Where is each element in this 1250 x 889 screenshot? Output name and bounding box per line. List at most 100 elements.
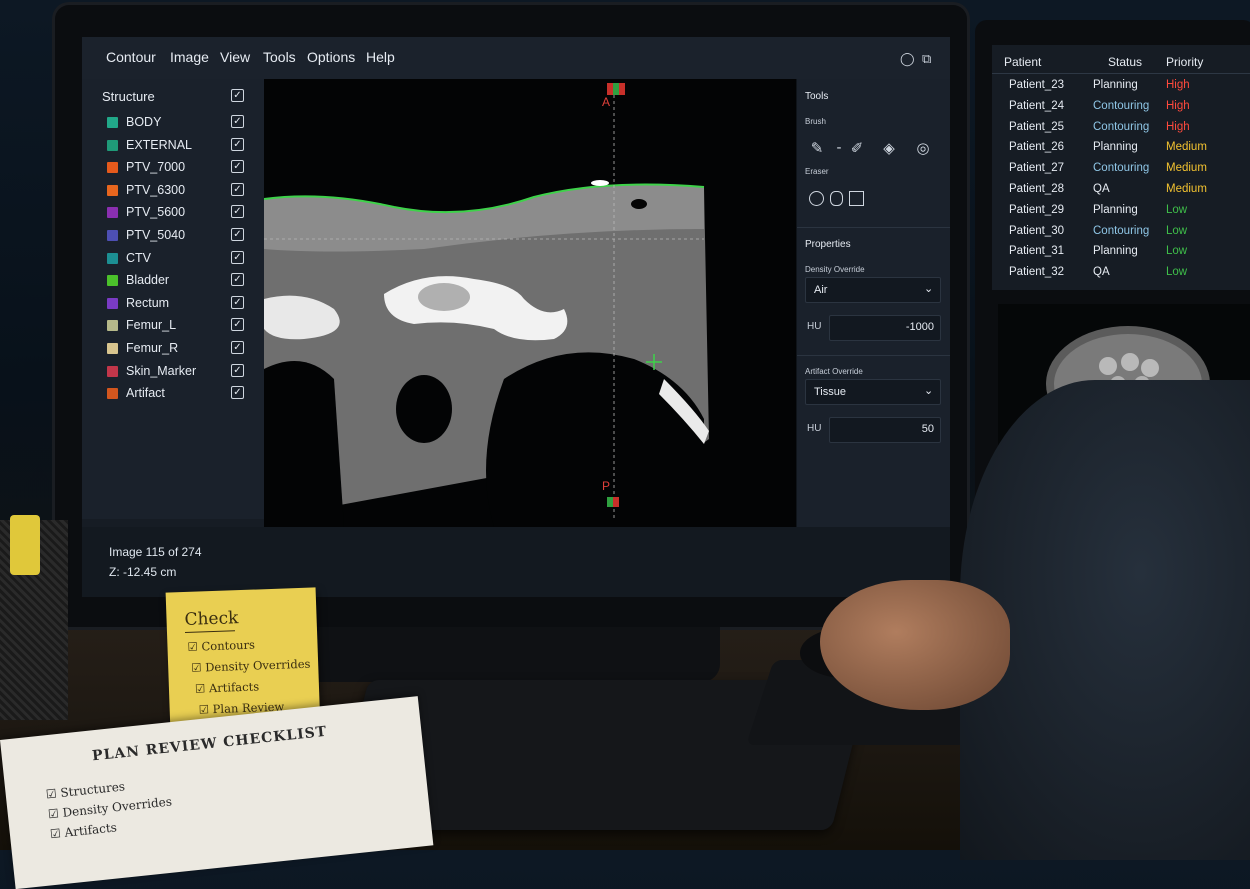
- structure-visibility-checkbox[interactable]: ✓: [231, 341, 244, 354]
- structure-row[interactable]: CTV ✓: [82, 248, 264, 270]
- paper-checklist-item: ☑ Artifacts: [49, 820, 117, 841]
- patient-row[interactable]: Patient_29 Planning Low: [992, 202, 1250, 222]
- ct-slice-image: [264, 83, 709, 527]
- density-override-label: Density Override: [805, 265, 865, 274]
- brush-icon[interactable]: ✐: [849, 139, 865, 157]
- structure-color-swatch: [107, 207, 118, 219]
- chevron-down-icon: ⌄: [924, 283, 934, 295]
- structure-color-swatch: [107, 117, 118, 128]
- menu-contour[interactable]: Contour: [106, 49, 156, 65]
- artifact-override-select[interactable]: Tissue ⌄: [805, 379, 941, 405]
- structure-visibility-checkbox[interactable]: ✓: [231, 228, 244, 241]
- patient-id: Patient_32: [1009, 266, 1064, 279]
- checklist-title: PLAN REVIEW CHECKLIST: [91, 723, 328, 765]
- structure-color-swatch: [107, 275, 118, 287]
- structure-select-all-checkbox[interactable]: ✓: [231, 89, 244, 102]
- structure-row[interactable]: BODY ✓: [82, 112, 264, 134]
- patient-row[interactable]: Patient_24 Contouring High: [992, 98, 1250, 118]
- structure-visibility-checkbox[interactable]: ✓: [231, 115, 244, 128]
- patient-row[interactable]: Patient_26 Planning Medium: [992, 139, 1250, 159]
- col-header-status: Status: [1108, 55, 1143, 69]
- patient-row[interactable]: Patient_27 Contouring Medium: [992, 160, 1250, 180]
- monitor-stand: [300, 627, 720, 682]
- structure-row[interactable]: PTV_6300 ✓: [82, 180, 264, 202]
- structure-visibility-checkbox[interactable]: ✓: [231, 182, 244, 196]
- eraser-label: Eraser: [805, 167, 829, 176]
- paper-item-label: Structures: [59, 779, 126, 800]
- record-icon[interactable]: ◯: [900, 52, 915, 65]
- patient-row[interactable]: Patient_30 Contouring Low: [992, 223, 1250, 243]
- eraser-square-icon[interactable]: [849, 191, 864, 206]
- structure-color-swatch: [107, 162, 118, 174]
- structure-name: Femur_L: [126, 318, 177, 333]
- patient-id: Patient_30: [1009, 224, 1064, 237]
- structure-visibility-checkbox[interactable]: ✓: [231, 363, 244, 377]
- structure-row[interactable]: Bladder ✓: [82, 270, 264, 292]
- checkbox-checked-icon: ☑: [47, 806, 60, 822]
- artifact-override-label: Artifact Override: [805, 367, 863, 376]
- sticky-checklist-item: ☑ Contours: [187, 638, 255, 654]
- eraser-circle-icon[interactable]: [809, 191, 824, 206]
- tools-title: Tools: [805, 91, 829, 102]
- patient-id: Patient_29: [1009, 203, 1064, 216]
- structure-row[interactable]: Femur_L ✓: [82, 315, 264, 337]
- structure-visibility-checkbox[interactable]: ✓: [231, 250, 244, 264]
- patient-id: Patient_27: [1009, 162, 1064, 175]
- sticky-item-label: Contours: [201, 637, 256, 654]
- z-position: Z: -12.45 cm: [109, 565, 177, 579]
- density-override-select[interactable]: Air ⌄: [805, 277, 941, 303]
- menu-image[interactable]: Image: [170, 49, 209, 65]
- menu-view[interactable]: View: [220, 49, 250, 65]
- structure-visibility-checkbox[interactable]: ✓: [231, 295, 244, 309]
- patient-priority: Low: [1166, 224, 1188, 237]
- patient-priority: Medium: [1166, 183, 1207, 195]
- structure-visibility-checkbox[interactable]: ✓: [231, 386, 244, 400]
- density-override-value: Air: [814, 284, 828, 296]
- ct-viewer[interactable]: A P: [264, 79, 796, 527]
- contouring-app: Contour Image View Tools Options Help ◯ …: [82, 37, 950, 597]
- patient-row[interactable]: Patient_25 Contouring High: [992, 119, 1250, 139]
- menu-help[interactable]: Help: [366, 49, 395, 65]
- erase-tool-icon[interactable]: ◎: [915, 139, 931, 157]
- checkbox-checked-icon: ☑: [194, 681, 206, 696]
- menu-options[interactable]: Options: [307, 49, 355, 65]
- export-icon[interactable]: ⧉: [922, 52, 934, 65]
- divider: [797, 355, 950, 356]
- patient-priority: Low: [1166, 266, 1188, 279]
- artifact-override-value: Tissue: [814, 386, 846, 398]
- image-index: Image 115 of 274: [109, 545, 202, 559]
- menu-tools[interactable]: Tools: [263, 49, 296, 65]
- structure-panel: Structure ✓ BODY ✓ EXTERNAL ✓ PTV_7000 ✓ PTV_6…: [82, 79, 264, 519]
- pencil-icon[interactable]: ✎: [809, 139, 825, 157]
- structure-row[interactable]: PTV_7000 ✓: [82, 157, 264, 179]
- hu-input-1[interactable]: -1000: [829, 315, 941, 341]
- patient-id: Patient_28: [1009, 183, 1064, 195]
- structure-row[interactable]: PTV_5040 ✓: [82, 225, 264, 247]
- structure-visibility-checkbox[interactable]: ✓: [231, 137, 244, 151]
- structure-visibility-checkbox[interactable]: ✓: [231, 273, 244, 287]
- tools-panel: Tools Brush ✎ - ✐ ◈ ◎ Eraser Properties …: [796, 79, 950, 527]
- hu-input-2[interactable]: 50: [829, 417, 941, 443]
- structure-row[interactable]: PTV_5600 ✓: [82, 202, 264, 224]
- structure-row[interactable]: EXTERNAL ✓: [82, 135, 264, 157]
- structure-row[interactable]: Femur_R ✓: [82, 338, 264, 360]
- patient-row[interactable]: Patient_28 QA Medium: [992, 181, 1250, 201]
- fill-icon[interactable]: ◈: [881, 139, 897, 157]
- patient-status: Planning: [1093, 79, 1138, 91]
- patient-priority: Medium: [1166, 162, 1207, 175]
- patient-row[interactable]: Patient_23 Planning High: [992, 77, 1250, 97]
- structure-name: PTV_6300: [126, 182, 186, 197]
- patient-row[interactable]: Patient_32 QA Low: [992, 264, 1250, 284]
- separator-icon: -: [836, 139, 842, 156]
- structure-visibility-checkbox[interactable]: ✓: [231, 160, 244, 174]
- structure-visibility-checkbox[interactable]: ✓: [231, 318, 244, 332]
- structure-row[interactable]: Artifact ✓: [82, 383, 264, 405]
- structure-row[interactable]: Skin_Marker ✓: [82, 361, 264, 383]
- structure-name: BODY: [126, 115, 162, 129]
- structure-visibility-checkbox[interactable]: ✓: [231, 205, 244, 219]
- patient-row[interactable]: Patient_31 Planning Low: [992, 243, 1250, 263]
- structure-row[interactable]: Rectum ✓: [82, 293, 264, 315]
- eraser-rounded-icon[interactable]: [830, 191, 843, 206]
- structure-color-swatch: [107, 320, 118, 332]
- sticky-title: Check: [184, 608, 239, 631]
